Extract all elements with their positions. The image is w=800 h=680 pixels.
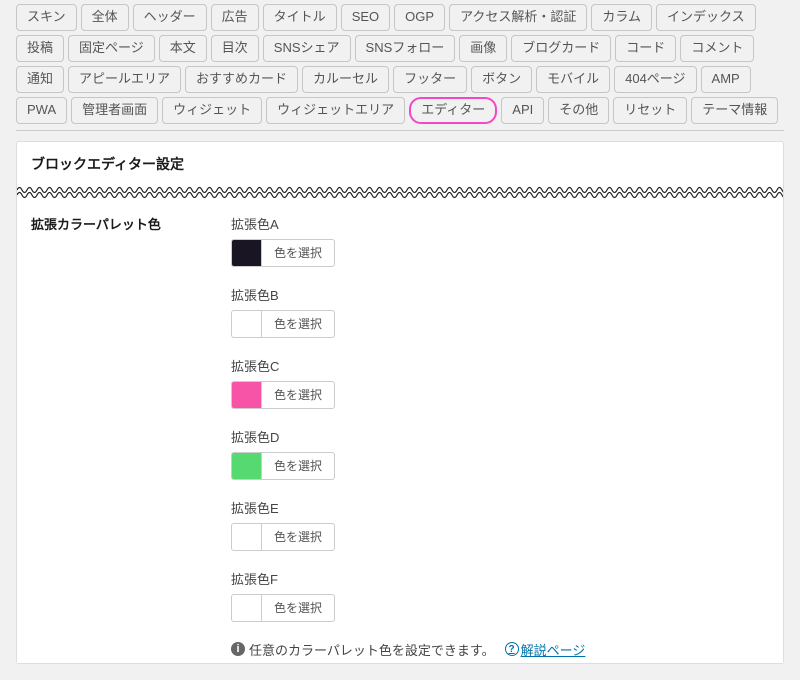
swatch-label-a: 拡張色A [231,214,769,233]
pick-color-button-d[interactable]: 色を選択 [261,452,335,480]
tab-ボタン[interactable]: ボタン [471,66,532,93]
swatch-label-c: 拡張色C [231,356,769,375]
swatch-color-a[interactable] [231,239,261,267]
tab-アクセス解析・認証[interactable]: アクセス解析・認証 [449,4,587,31]
swatch-group-a: 拡張色A 色を選択 [231,214,769,267]
tab-404ページ[interactable]: 404ページ [614,66,696,93]
pick-color-button-e[interactable]: 色を選択 [261,523,335,551]
tab-投稿[interactable]: 投稿 [16,35,64,62]
swatch-group-c: 拡張色C 色を選択 [231,356,769,409]
help-icon: ? [505,642,519,656]
tab-目次[interactable]: 目次 [211,35,259,62]
tab-ブログカード[interactable]: ブログカード [511,35,611,62]
tab-AMP[interactable]: AMP [701,66,751,93]
tab-モバイル[interactable]: モバイル [536,66,610,93]
tab-API[interactable]: API [501,97,544,124]
tab-その他[interactable]: その他 [548,97,609,124]
tab-カラム[interactable]: カラム [591,4,652,31]
swatch-list: 拡張色A色を選択拡張色B色を選択拡張色C色を選択拡張色D色を選択拡張色E色を選択… [231,214,769,659]
swatch-color-b[interactable] [231,310,261,338]
tab-コード[interactable]: コード [615,35,676,62]
tab-スキン[interactable]: スキン [16,4,77,31]
swatch-group-d: 拡張色D 色を選択 [231,427,769,480]
pick-color-button-c[interactable]: 色を選択 [261,381,335,409]
section-label: 拡張カラーパレット色 [31,214,231,233]
swatch-group-f: 拡張色F 色を選択 [231,569,769,622]
tab-コメント[interactable]: コメント [680,35,754,62]
swatch-color-d[interactable] [231,452,261,480]
tab-アピールエリア[interactable]: アピールエリア [68,66,181,93]
hint-row: i任意のカラーパレット色を設定できます。?解説ページ [231,640,769,659]
panel-title: ブロックエディター設定 [17,142,783,184]
tab-フッター[interactable]: フッター [393,66,467,93]
swatch-color-e[interactable] [231,523,261,551]
swatch-label-d: 拡張色D [231,427,769,446]
pick-color-button-b[interactable]: 色を選択 [261,310,335,338]
settings-panel: ブロックエディター設定 拡張カラーパレット色 拡張色A色を選択拡張色B色を選択拡… [16,141,784,664]
swatch-label-f: 拡張色F [231,569,769,588]
info-icon: i [231,642,245,656]
help-link-text: 解説ページ [521,640,586,659]
swatch-color-f[interactable] [231,594,261,622]
tab-全体[interactable]: 全体 [81,4,129,31]
swatch-label-b: 拡張色B [231,285,769,304]
swatch-group-e: 拡張色E 色を選択 [231,498,769,551]
tab-テーマ情報[interactable]: テーマ情報 [691,97,778,124]
tab-おすすめカード[interactable]: おすすめカード [185,66,298,93]
tab-PWA[interactable]: PWA [16,97,67,124]
tab-通知[interactable]: 通知 [16,66,64,93]
tab-OGP[interactable]: OGP [394,4,445,31]
tab-ヘッダー[interactable]: ヘッダー [133,4,207,31]
tab-リセット[interactable]: リセット [613,97,687,124]
hint-text: 任意のカラーパレット色を設定できます。 [249,640,495,659]
pick-color-button-f[interactable]: 色を選択 [261,594,335,622]
tab-SNSシェア[interactable]: SNSシェア [263,35,351,62]
help-link[interactable]: ?解説ページ [505,640,586,659]
swatch-group-b: 拡張色B 色を選択 [231,285,769,338]
swatch-label-e: 拡張色E [231,498,769,517]
swatch-color-c[interactable] [231,381,261,409]
tab-管理者画面[interactable]: 管理者画面 [71,97,158,124]
tab-SEO[interactable]: SEO [341,4,390,31]
tab-広告[interactable]: 広告 [211,4,259,31]
tab-SNSフォロー[interactable]: SNSフォロー [355,35,456,62]
tab-エディター[interactable]: エディター [409,97,497,124]
tab-カルーセル[interactable]: カルーセル [302,66,389,93]
tab-ウィジェット[interactable]: ウィジェット [162,97,262,124]
pick-color-button-a[interactable]: 色を選択 [261,239,335,267]
tab-ウィジェットエリア[interactable]: ウィジェットエリア [266,97,405,124]
tab-本文[interactable]: 本文 [159,35,207,62]
tab-固定ページ[interactable]: 固定ページ [68,35,155,62]
section-divider-squiggle [17,184,783,200]
tab-画像[interactable]: 画像 [459,35,507,62]
tab-インデックス[interactable]: インデックス [656,4,756,31]
tab-タイトル[interactable]: タイトル [263,4,337,31]
settings-tabs: スキン全体ヘッダー広告タイトルSEOOGPアクセス解析・認証カラムインデックス投… [16,4,784,131]
